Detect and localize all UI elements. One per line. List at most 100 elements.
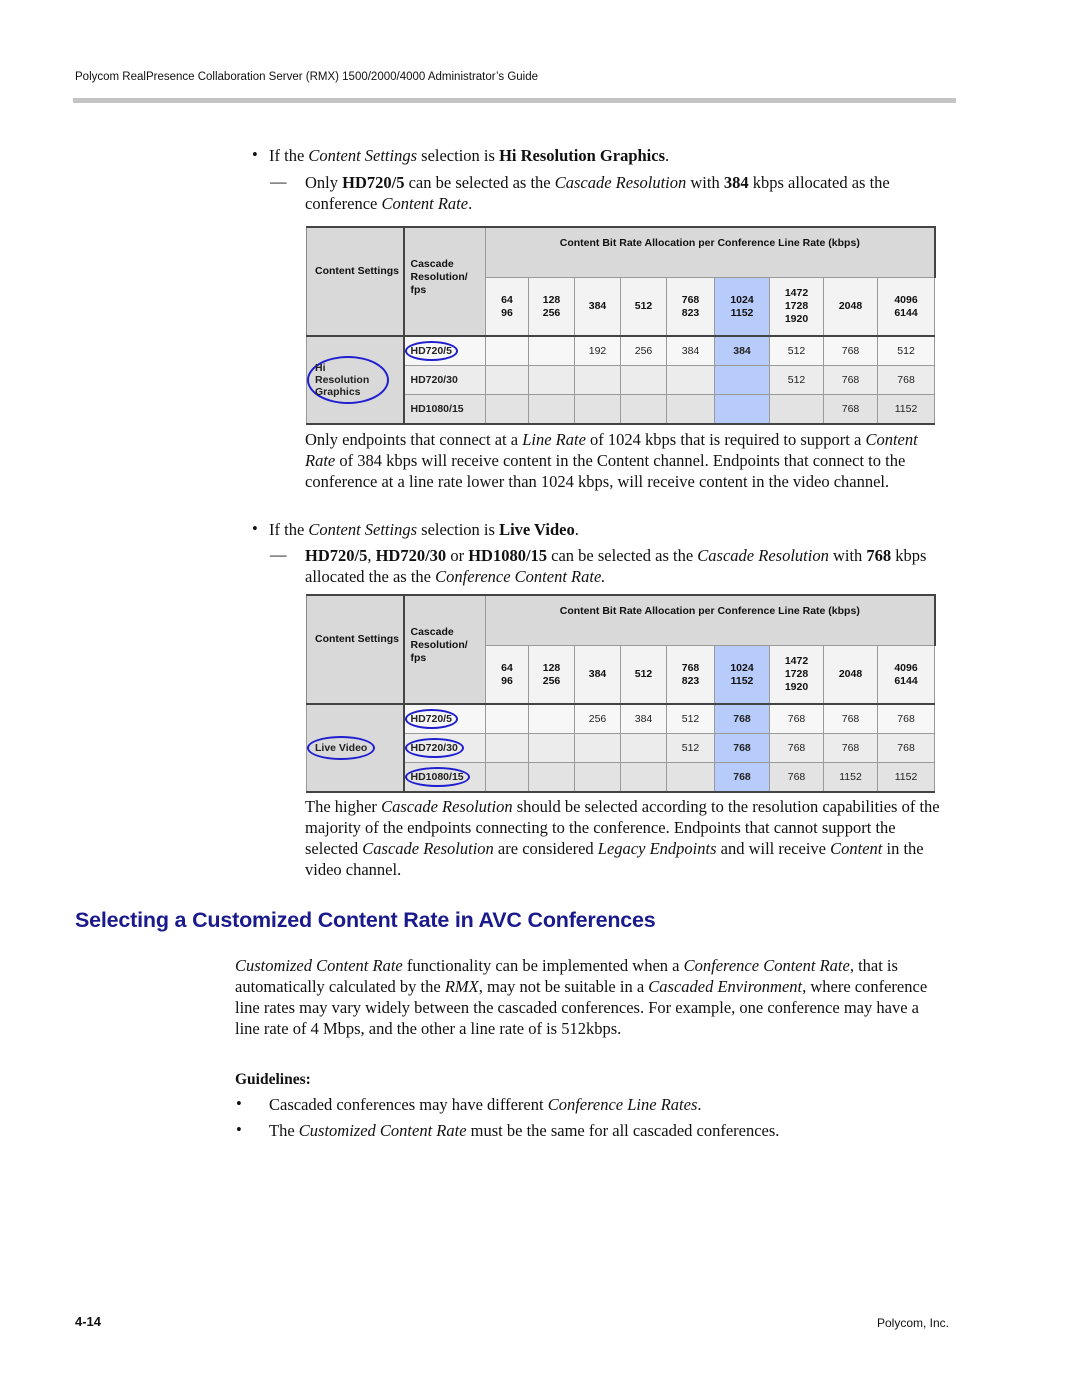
rate-cell: 384 <box>666 335 715 366</box>
rate-cell: 1152 <box>876 762 936 793</box>
rate-cell <box>528 762 575 793</box>
cascade-resolution-header: Cascade Resolution/ fps <box>403 226 486 337</box>
rate-cell: 384 <box>620 703 667 734</box>
strong-text: HD720/30 <box>375 546 447 565</box>
rate-cell-highlighted: 768 <box>714 733 770 763</box>
rate-cell: 768 <box>823 703 878 734</box>
table-row: Hi Resolution Graphics HD720/5 192 256 3… <box>306 335 936 425</box>
text: with <box>686 173 724 192</box>
rate-cell <box>485 733 529 763</box>
rate-cell <box>574 365 621 395</box>
line-rate-header: 128 256 <box>528 277 575 337</box>
rate-cell: 768 <box>823 365 878 395</box>
line-rate-header: 768 823 <box>666 277 715 337</box>
rate-cell: 768 <box>769 703 824 734</box>
rate-cell: 1152 <box>823 762 878 793</box>
em-text: Cascade Resolution <box>554 173 687 192</box>
rate-cell: 768 <box>823 394 878 425</box>
rate-cell-highlighted: 768 <box>714 762 770 793</box>
rate-cell <box>485 365 529 395</box>
guidelines-label: Guidelines: <box>235 1071 311 1088</box>
rate-cell: 768 <box>876 365 936 395</box>
bullet-hi-res: If the Content Settings selection is Hi … <box>269 145 949 166</box>
line-rate-header-highlighted: 1024 1152 <box>714 645 770 705</box>
bullet-icon: • <box>252 145 258 164</box>
rate-cell <box>666 762 715 793</box>
line-rate-group-header: Content Bit Rate Allocation per Conferen… <box>484 594 936 646</box>
guideline-item: The Customized Content Rate must be the … <box>269 1120 949 1141</box>
text: selection is <box>417 520 500 539</box>
text: Cascaded conferences may have different <box>269 1095 548 1114</box>
rate-cell: 512 <box>769 335 824 366</box>
rate-cell <box>485 762 529 793</box>
line-rate-header: 384 <box>574 277 621 337</box>
em-text: Content Settings <box>308 146 418 165</box>
rate-cell: 768 <box>769 762 824 793</box>
content-settings-cell: Hi Resolution Graphics <box>306 335 405 425</box>
settings-label: Hi Resolution Graphics <box>315 362 370 398</box>
text: The <box>269 1121 299 1140</box>
rate-cell: 768 <box>769 733 824 763</box>
annotation-circle: Live Video <box>307 736 376 760</box>
rate-cell-highlighted: 384 <box>714 335 770 366</box>
bullet-icon: • <box>236 1120 242 1139</box>
text: , may not be suitable in a <box>478 977 649 996</box>
rate-cell <box>620 762 667 793</box>
paragraph-line-rate: Only endpoints that connect at a Line Ra… <box>305 429 950 492</box>
resolution-cell: HD720/30 <box>403 365 486 395</box>
cascade-resolution-header: Cascade Resolution/ fps <box>403 594 486 705</box>
rate-cell: 512 <box>876 335 936 366</box>
text: The higher <box>305 797 382 816</box>
rate-cell: 512 <box>769 365 824 395</box>
line-rate-header: 128 256 <box>528 645 575 705</box>
rate-cell: 512 <box>666 733 715 763</box>
rate-cell <box>620 365 667 395</box>
text: or <box>446 546 469 565</box>
rate-cell <box>620 394 667 425</box>
line-rate-header: 64 96 <box>485 645 529 705</box>
line-rate-header: 768 823 <box>666 645 715 705</box>
line-rate-header: 512 <box>620 645 667 705</box>
rate-cell <box>528 394 575 425</box>
em-text: RMX <box>444 977 479 996</box>
rate-cell: 512 <box>666 703 715 734</box>
em-text: Cascaded Environment <box>648 977 803 996</box>
em-text: Legacy Endpoints <box>597 839 717 858</box>
text: of 1024 kbps that is required to support… <box>585 430 866 449</box>
em-text: Cascade Resolution <box>381 797 513 816</box>
line-rate-header: 4096 6144 <box>876 277 936 337</box>
bullet-live-video: If the Content Settings selection is Liv… <box>269 519 949 540</box>
strong-text: Hi Resolution Graphics <box>499 146 665 165</box>
annotation-circle: Hi Resolution Graphics <box>307 356 389 404</box>
line-rate-header: 1472 1728 1920 <box>769 645 824 705</box>
footer-company: Polycom, Inc. <box>876 1316 949 1330</box>
annotation-circle: HD720/30 <box>404 738 464 758</box>
header-rule <box>73 98 956 103</box>
text: . <box>665 146 670 165</box>
resolution-label: HD720/5 <box>410 713 452 725</box>
rate-cell <box>574 394 621 425</box>
text: with <box>828 546 867 565</box>
text: are considered <box>493 839 598 858</box>
rate-cell <box>769 394 824 425</box>
bullet-icon: • <box>236 1094 242 1113</box>
strong-text: 384 <box>723 173 749 192</box>
rate-cell <box>485 335 529 366</box>
resolution-cell: HD1080/15 <box>403 394 486 425</box>
strong-text: HD1080/15 <box>468 546 548 565</box>
em-text: Content Settings <box>308 520 418 539</box>
line-rate-header-highlighted: 1024 1152 <box>714 277 770 337</box>
strong-text: Live Video <box>499 520 575 539</box>
annotation-circle: HD720/5 <box>404 709 458 729</box>
rate-cell-highlighted <box>714 394 770 425</box>
rate-cell <box>528 733 575 763</box>
line-rate-header: 4096 6144 <box>876 645 936 705</box>
text: and will receive <box>716 839 831 858</box>
dash-live-video: HD720/5, HD720/30 or HD1080/15 can be se… <box>305 545 950 587</box>
line-rate-group-header: Content Bit Rate Allocation per Conferen… <box>484 226 936 278</box>
rate-cell: 1152 <box>876 394 936 425</box>
line-rate-header: 1472 1728 1920 <box>769 277 824 337</box>
em-text: Cascade Resolution <box>362 839 494 858</box>
rate-cell-highlighted <box>714 365 770 395</box>
em-text: Customized Content Rate <box>298 1121 467 1140</box>
